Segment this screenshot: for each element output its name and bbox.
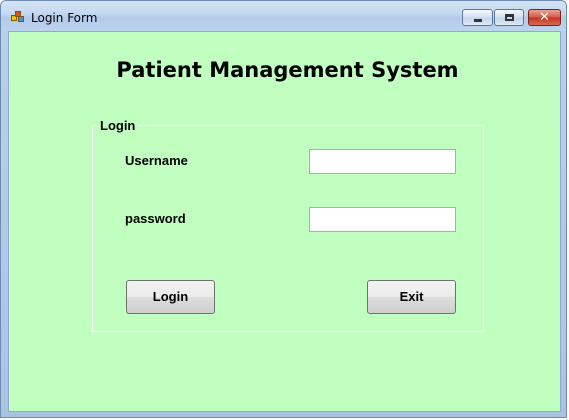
minimize-button[interactable] bbox=[462, 9, 493, 26]
login-group-label: Login bbox=[97, 118, 139, 134]
login-form-window: Login Form ✕ Patient Management System L… bbox=[0, 0, 567, 418]
login-button[interactable]: Login bbox=[126, 280, 215, 314]
username-field[interactable] bbox=[309, 149, 456, 174]
username-label: Username bbox=[125, 153, 188, 168]
maximize-button[interactable] bbox=[494, 9, 524, 26]
minimize-icon bbox=[474, 19, 482, 22]
window-title: Login Form bbox=[31, 11, 98, 25]
form-client-area: Patient Management System Login Username… bbox=[8, 31, 561, 412]
page-title: Patient Management System bbox=[116, 58, 459, 82]
title-bar[interactable]: Login Form ✕ bbox=[1, 1, 566, 31]
app-icon bbox=[11, 11, 25, 23]
close-button[interactable]: ✕ bbox=[528, 9, 561, 26]
exit-button[interactable]: Exit bbox=[367, 280, 456, 314]
maximize-icon bbox=[505, 14, 514, 21]
password-label: password bbox=[125, 211, 186, 226]
close-icon: ✕ bbox=[539, 10, 550, 25]
password-field[interactable] bbox=[309, 207, 456, 232]
